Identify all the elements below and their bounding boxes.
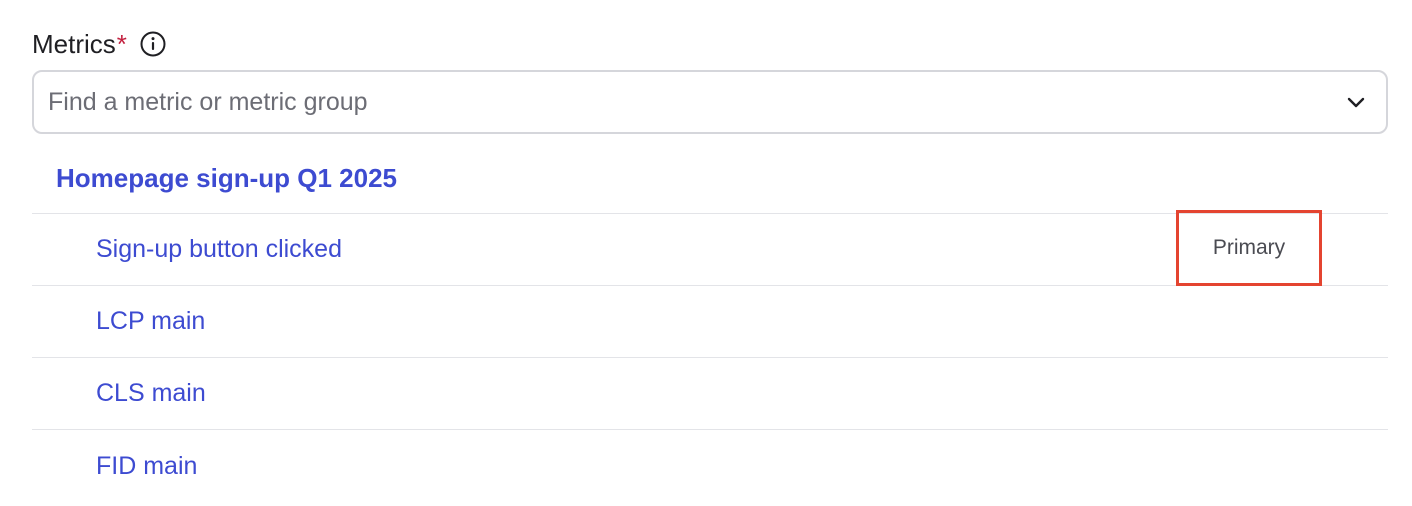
metric-row-lcp-main[interactable]: LCP main (32, 286, 1388, 358)
metric-list: Sign-up button clicked Primary LCP main … (32, 210, 1388, 502)
metrics-field-label: Metrics * (32, 26, 167, 62)
metrics-label-text: Metrics (32, 28, 116, 59)
metric-search-box[interactable] (32, 70, 1388, 134)
primary-badge: Primary (1176, 210, 1322, 286)
required-asterisk: * (116, 28, 127, 59)
metric-name: LCP main (96, 307, 206, 335)
metric-name: CLS main (96, 379, 206, 407)
metric-group-header[interactable]: Homepage sign-up Q1 2025 (32, 144, 1388, 214)
info-circle-icon[interactable] (139, 30, 167, 58)
metric-name: FID main (96, 451, 198, 480)
metric-row-sign-up-button-clicked[interactable]: Sign-up button clicked Primary (32, 210, 1388, 286)
metric-search-input[interactable] (34, 72, 1326, 132)
metric-name: Sign-up button clicked (96, 235, 342, 263)
chevron-down-icon[interactable] (1326, 72, 1386, 132)
metric-group-name: Homepage sign-up Q1 2025 (56, 163, 397, 193)
metric-row-cls-main[interactable]: CLS main (32, 358, 1388, 430)
metric-row-fid-main[interactable]: FID main (32, 430, 1388, 502)
